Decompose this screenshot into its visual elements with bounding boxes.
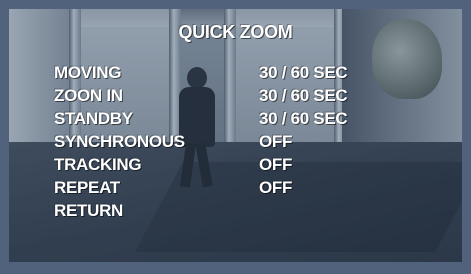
menu-item-repeat[interactable]: REPEAT OFF bbox=[54, 176, 394, 199]
menu-item-label: MOVING bbox=[54, 63, 122, 82]
menu-item-label: STANDBY bbox=[54, 109, 133, 128]
menu-list: MOVING 30 / 60 SEC ZOON IN 30 / 60 SEC S… bbox=[54, 61, 394, 222]
menu-item-label: REPEAT bbox=[54, 178, 120, 197]
menu-item-synchronous[interactable]: SYNCHRONOUS OFF bbox=[54, 130, 394, 153]
menu-title: QUICK ZOOM bbox=[178, 22, 293, 42]
menu-item-value: 30 / 60 SEC bbox=[259, 86, 348, 105]
menu-item-zoom-in[interactable]: ZOON IN 30 / 60 SEC bbox=[54, 84, 394, 107]
menu-item-label: TRACKING bbox=[54, 155, 142, 174]
menu-item-value: OFF bbox=[259, 178, 293, 197]
menu-item-label: SYNCHRONOUS bbox=[54, 132, 185, 151]
menu-item-tracking[interactable]: TRACKING OFF bbox=[54, 153, 394, 176]
menu-item-label: RETURN bbox=[54, 201, 124, 220]
osd-menu: QUICK ZOOM MOVING 30 / 60 SEC ZOON IN 30… bbox=[0, 0, 471, 274]
menu-item-value: OFF bbox=[259, 132, 293, 151]
menu-item-value: 30 / 60 SEC bbox=[259, 109, 348, 128]
menu-item-standby[interactable]: STANDBY 30 / 60 SEC bbox=[54, 107, 394, 130]
menu-item-label: ZOON IN bbox=[54, 86, 123, 105]
menu-item-return[interactable]: RETURN bbox=[54, 199, 394, 222]
menu-item-value: OFF bbox=[259, 155, 293, 174]
menu-item-moving[interactable]: MOVING 30 / 60 SEC bbox=[54, 61, 394, 84]
menu-item-value: 30 / 60 SEC bbox=[259, 63, 348, 82]
